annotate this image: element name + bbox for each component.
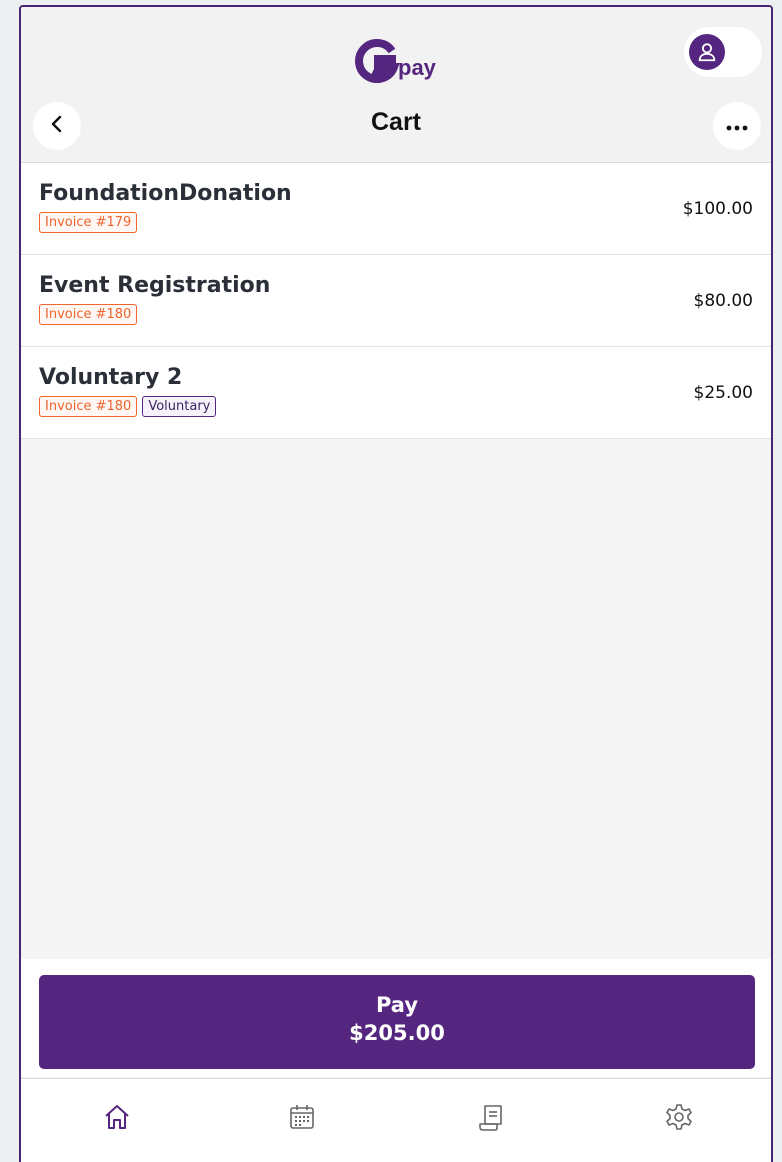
top-bar: pay: [21, 7, 771, 91]
bottom-nav: [21, 1078, 771, 1162]
nav-receipts[interactable]: [471, 1099, 511, 1139]
invoice-badge: Invoice #180: [39, 396, 138, 417]
pay-button[interactable]: Pay $205.00: [39, 975, 755, 1069]
gear-icon: [664, 1102, 694, 1136]
home-icon: [102, 1102, 132, 1136]
nav-home[interactable]: [97, 1099, 137, 1139]
cart-list: FoundationDonation Invoice #179 $100.00 …: [21, 163, 771, 439]
user-icon: [689, 34, 725, 70]
item-title: Voluntary 2: [39, 365, 183, 390]
more-options-button[interactable]: [713, 102, 761, 150]
gpay-logo-mark: [355, 39, 400, 83]
pay-amount: $205.00: [349, 1021, 445, 1045]
nav-settings[interactable]: [659, 1099, 699, 1139]
cart-item[interactable]: Event Registration Invoice #180 $80.00: [21, 255, 771, 347]
item-price: $100.00: [682, 199, 753, 219]
page-title: Cart: [370, 108, 421, 136]
item-price: $25.00: [693, 383, 753, 403]
pay-label: Pay: [375, 993, 419, 1017]
item-badges: Invoice #180: [39, 304, 138, 325]
calendar-icon: [287, 1102, 317, 1136]
item-title: Event Registration: [39, 273, 271, 298]
logo-pay-text: pay: [398, 55, 436, 80]
profile-button[interactable]: [684, 27, 762, 77]
item-title: FoundationDonation: [39, 181, 292, 206]
cart-item[interactable]: Voluntary 2 Invoice #180 Voluntary $25.0…: [21, 347, 771, 439]
item-badges: Invoice #179: [39, 212, 138, 233]
item-price: $80.00: [693, 291, 753, 311]
more-horizontal-icon: [726, 117, 748, 136]
receipt-icon: [476, 1102, 506, 1136]
invoice-badge: Invoice #179: [39, 212, 138, 233]
cart-item[interactable]: FoundationDonation Invoice #179 $100.00: [21, 163, 771, 255]
app-window: pay Cart FoundationDonation Invoice #179…: [19, 5, 773, 1162]
gpay-logo[interactable]: pay: [354, 33, 436, 83]
invoice-badge: Invoice #180: [39, 304, 138, 325]
title-bar: Cart: [21, 90, 771, 163]
nav-calendar[interactable]: [282, 1099, 322, 1139]
item-badges: Invoice #180 Voluntary: [39, 396, 217, 417]
pay-area: Pay $205.00: [21, 959, 771, 1077]
voluntary-badge: Voluntary: [142, 396, 217, 417]
